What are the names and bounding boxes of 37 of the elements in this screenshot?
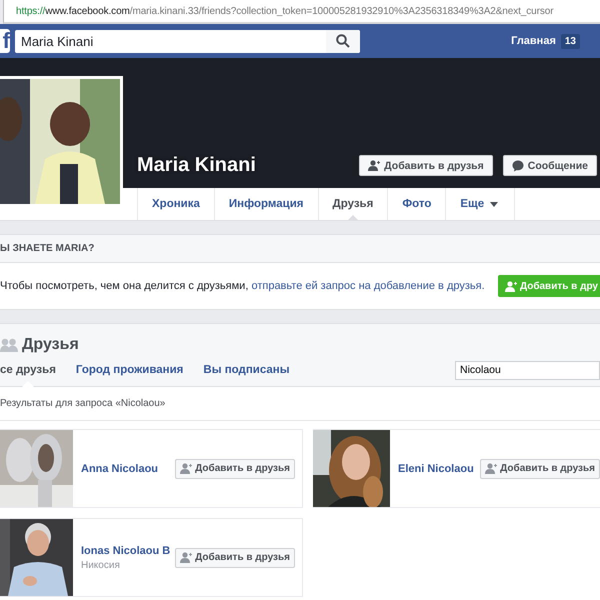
profile-tab[interactable]: Информация	[214, 188, 318, 220]
add-friend-button[interactable]: Добавить в друзья	[359, 155, 493, 176]
profile-tab[interactable]: Еще	[445, 188, 516, 220]
person-plus-icon	[368, 160, 380, 171]
add-friend-button[interactable]: Добавить в друзья	[480, 458, 600, 478]
person-plus-icon	[180, 463, 192, 474]
search-button[interactable]	[326, 30, 360, 52]
add-friend-button[interactable]: Добавить в друзья	[175, 548, 295, 568]
person-plus-icon	[485, 463, 498, 474]
section-title: Друзья	[22, 336, 79, 354]
add-friend-button[interactable]: Добавить в друзья	[175, 458, 295, 478]
card-heading: Ы ЗНАЕТЕ MARIA?	[0, 235, 600, 263]
friends-search-field[interactable]: Nicolaou	[455, 360, 600, 380]
chat-bubble-icon	[512, 160, 524, 172]
friend-name[interactable]: Ionas Nicolaou B	[81, 544, 170, 556]
profile-tab[interactable]: Друзья	[318, 188, 388, 220]
person-plus-icon	[504, 280, 517, 292]
results-caption: Результаты для запроса «Nicolaou»	[0, 387, 600, 421]
info-text: Чтобы посмотреть, чем она делится с друзьями, отправьте ей запрос на добавление в друзья.	[0, 280, 485, 292]
friends-tab[interactable]: се друзья	[0, 354, 56, 386]
friend-request-link[interactable]: отправьте ей запрос на добавление в друзья.	[251, 280, 485, 292]
home-link[interactable]: Главная	[511, 35, 556, 47]
search-field[interactable]: Maria Kinani	[15, 30, 360, 52]
friend-name[interactable]: Anna Nicolaou	[81, 462, 158, 474]
message-button[interactable]: Сообщение	[502, 155, 597, 176]
search-icon	[336, 34, 350, 48]
logo[interactable]: f	[0, 29, 10, 53]
person-plus-icon	[180, 552, 192, 563]
friend-location: Никосия	[81, 560, 121, 570]
profile-name: Maria Kinani	[137, 154, 256, 177]
profile-tab[interactable]: Фото	[387, 188, 446, 220]
notification-count: 13	[560, 34, 580, 48]
friends-tab[interactable]: Вы подписаны	[203, 354, 290, 386]
friend-name[interactable]: Eleni Nicolaou	[398, 462, 474, 474]
people-icon	[0, 338, 18, 352]
friends-tab[interactable]: Город проживания	[76, 354, 184, 386]
profile-tab[interactable]: Хроника	[137, 188, 214, 220]
